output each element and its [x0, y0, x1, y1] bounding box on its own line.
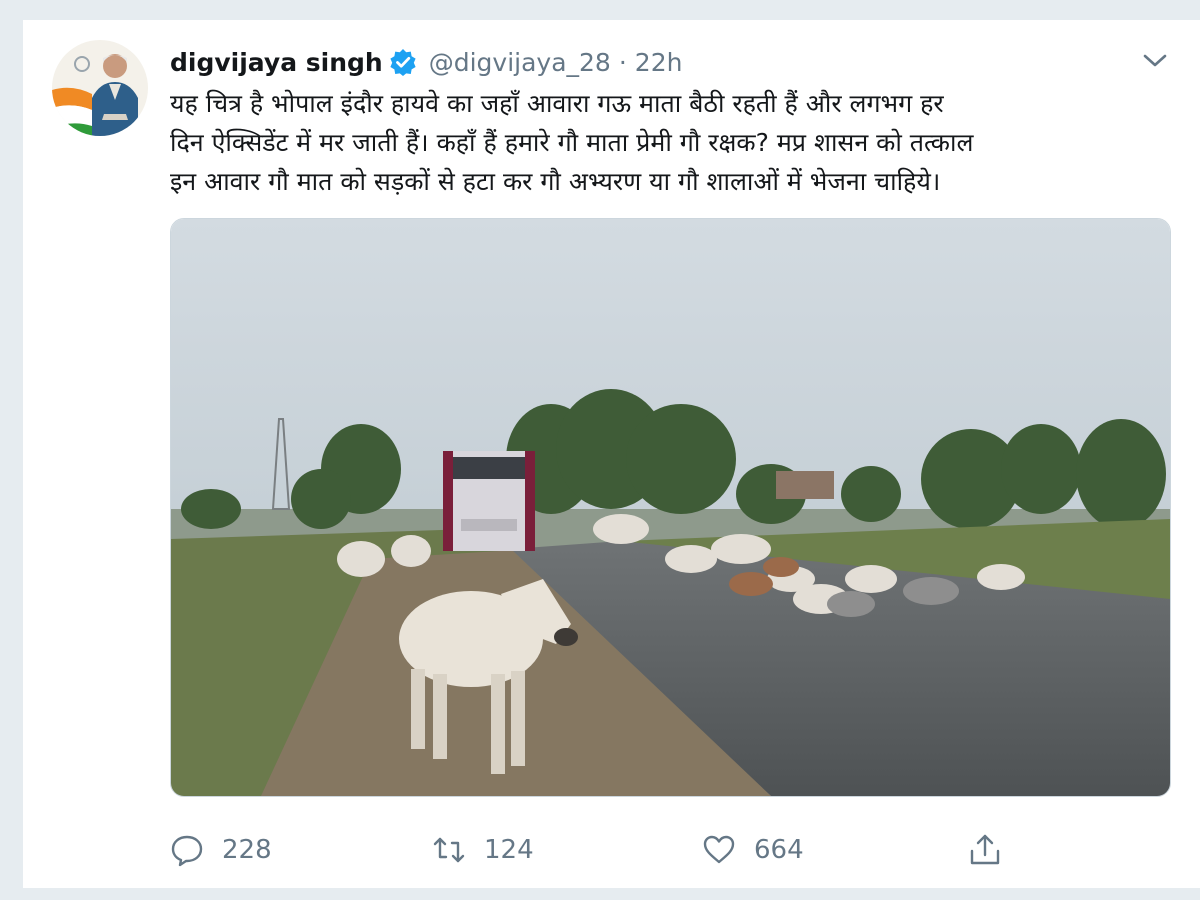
tweet-photo[interactable]: [170, 218, 1171, 797]
retweet-icon: [433, 837, 465, 863]
header-separator: ·: [618, 47, 627, 77]
tweet-text-line: यह चित्र है भोपाल इंदौर हायवे का जहाँ आव…: [170, 89, 944, 118]
like-button[interactable]: 664: [702, 828, 804, 872]
tweet-text: यह चित्र है भोपाल इंदौर हायवे का जहाँ आव…: [170, 84, 1175, 201]
tweet-timestamp[interactable]: 22h: [635, 48, 683, 77]
like-count: 664: [754, 835, 804, 865]
author-handle[interactable]: @digvijaya_28: [429, 48, 611, 77]
share-button[interactable]: [968, 828, 1002, 872]
reply-icon: [171, 835, 203, 867]
verified-badge-icon: [390, 49, 416, 76]
reply-count: 228: [222, 835, 272, 865]
author-avatar[interactable]: [52, 40, 148, 136]
tweet-text-line: इन आवार गौ मात को सड़कों से हटा कर गौ अभ…: [170, 167, 941, 196]
reply-button[interactable]: 228: [170, 828, 272, 872]
share-icon: [970, 834, 1000, 865]
retweet-button[interactable]: 124: [432, 828, 534, 872]
heart-icon: [703, 835, 735, 864]
timeline-top-gap: [0, 0, 1200, 20]
author-name[interactable]: digvijaya singh: [170, 48, 383, 77]
chevron-down-icon[interactable]: [1142, 50, 1168, 70]
timeline-bottom-gap: [0, 888, 1200, 900]
tweet-actions: 228 124 664: [170, 828, 1030, 872]
tweet-text-line: दिन ऐक्सिडेंट में मर जाती हैं। कहाँ हैं …: [170, 128, 974, 157]
retweet-count: 124: [484, 835, 534, 865]
tweet-header: digvijaya singh @digvijaya_28 · 22h: [170, 44, 682, 80]
